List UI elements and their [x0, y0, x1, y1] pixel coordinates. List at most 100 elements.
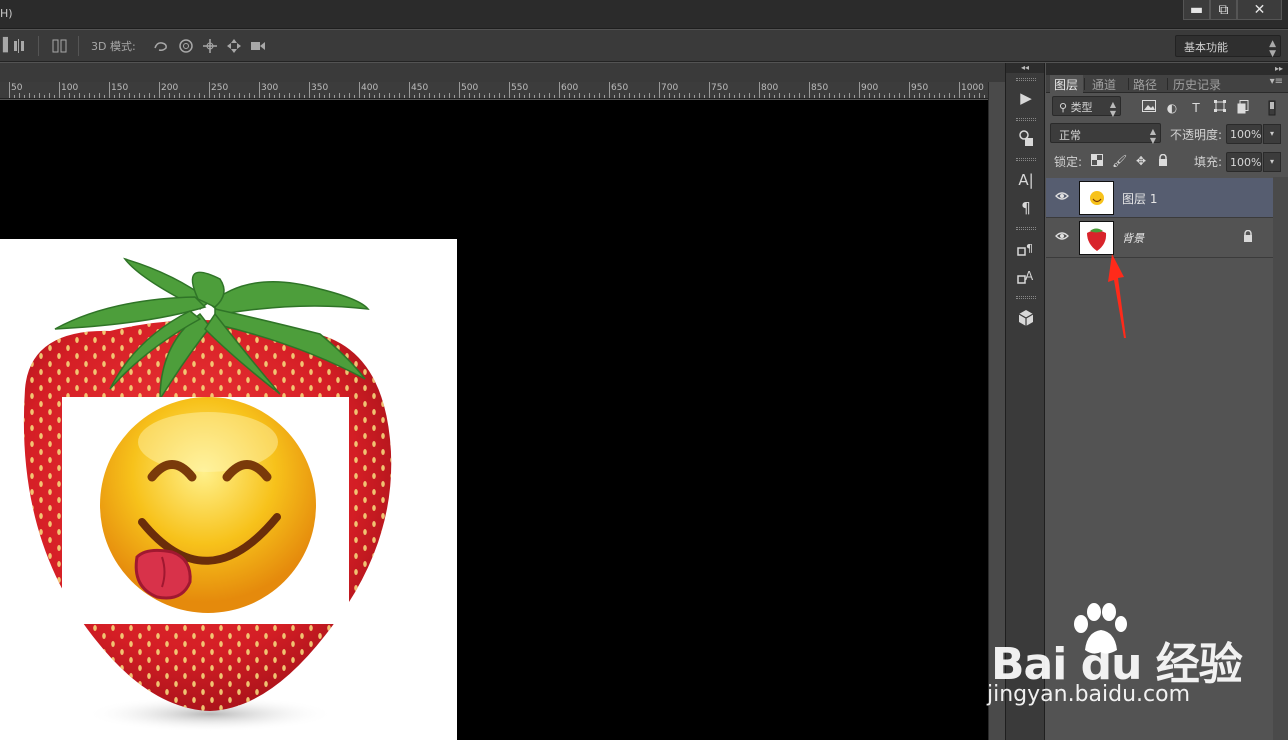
3d-cube-icon[interactable] — [1009, 307, 1043, 329]
workspace-select[interactable]: 基本功能 ▲ ▼ — [1175, 35, 1281, 59]
ruler-tick — [9, 82, 10, 98]
ruler-tick — [34, 95, 35, 98]
blend-mode-select[interactable]: 正常 ▲ ▼ — [1050, 123, 1161, 145]
ruler-tick — [319, 93, 320, 98]
tab-paths[interactable]: 路径 — [1133, 75, 1168, 93]
ruler-tick — [379, 93, 380, 98]
filter-smart-object-icon[interactable] — [1235, 100, 1251, 116]
search-icon: ⚲ — [1059, 101, 1071, 114]
ruler-tick — [454, 95, 455, 98]
panel-grip[interactable] — [1016, 296, 1036, 299]
panel-grip[interactable] — [1016, 227, 1036, 230]
fill-slider-toggle[interactable]: ▾ — [1263, 152, 1281, 172]
adjustments-icon[interactable] — [1009, 127, 1043, 149]
play-actions-icon[interactable]: ▶ — [1009, 87, 1043, 109]
ruler-tick — [984, 95, 985, 98]
ruler-tick — [474, 95, 475, 98]
character-styles-icon[interactable]: A — [1009, 266, 1043, 288]
close-button[interactable]: ✕ — [1237, 0, 1282, 20]
ruler-tick — [824, 95, 825, 98]
lock-label: 锁定: — [1054, 155, 1083, 169]
layer-row-layer-1[interactable]: 图层 1 — [1046, 178, 1273, 218]
ruler-tick — [719, 93, 720, 98]
ruler-tick — [939, 93, 940, 98]
panel-grip[interactable] — [1016, 158, 1036, 161]
opacity-input[interactable]: 100% — [1226, 124, 1262, 144]
auto-align-layers-icon[interactable] — [52, 38, 68, 54]
ruler-tick — [304, 95, 305, 98]
filter-shape-icon[interactable] — [1212, 100, 1228, 116]
ruler-tick — [854, 95, 855, 98]
ruler-tick — [759, 82, 760, 98]
horizontal-ruler[interactable]: 50 100 150 200 250 300 350 400 450 500 550 600 650 70… — [0, 82, 988, 99]
ruler-tick — [779, 93, 780, 98]
tab-layers[interactable]: 图层 — [1050, 75, 1083, 93]
minimize-button[interactable]: ▬ — [1183, 0, 1210, 20]
lock-image-pixels-icon[interactable]: 🖌 — [1112, 154, 1127, 168]
lock-position-icon[interactable]: ✥ — [1134, 154, 1148, 168]
tab-separator — [1167, 78, 1168, 90]
ruler-tick — [274, 95, 275, 98]
ruler-tick — [864, 95, 865, 98]
3d-slide-icon[interactable] — [226, 38, 242, 54]
restore-button[interactable]: ⧉ — [1210, 0, 1237, 20]
expand-panels-button[interactable]: ▸▸ — [1046, 63, 1288, 75]
ruler-tick — [434, 95, 435, 98]
3d-scale-icon[interactable] — [250, 38, 266, 54]
menu-bar: H) ▬ ⧉ ✕ — [0, 0, 1288, 29]
fill-value: 100% — [1230, 156, 1262, 169]
eye-icon[interactable] — [1055, 191, 1069, 203]
ruler-tick — [784, 95, 785, 98]
filter-adjustment-icon[interactable]: ◐ — [1164, 100, 1180, 116]
lock-all-icon[interactable] — [1156, 153, 1170, 168]
paragraph-icon[interactable]: ¶ — [1009, 197, 1043, 219]
3d-roll-icon[interactable] — [178, 38, 194, 54]
ruler-tick-label: 900 — [861, 83, 879, 93]
panel-grip[interactable] — [1016, 78, 1036, 81]
ruler-tick — [429, 93, 430, 98]
ruler-tick — [764, 95, 765, 98]
paragraph-styles-icon[interactable]: ¶ — [1009, 238, 1043, 260]
panel-grip[interactable] — [1016, 118, 1036, 121]
ruler-tick-label: 100 — [61, 83, 79, 93]
character-icon[interactable]: A| — [1009, 169, 1043, 191]
filter-pixel-icon[interactable] — [1141, 100, 1157, 116]
menu-help-fragment[interactable]: H) — [0, 7, 13, 20]
fill-input[interactable]: 100% — [1226, 152, 1262, 172]
layer-name[interactable]: 图层 1 — [1122, 190, 1157, 207]
lock-transparent-pixels-icon[interactable] — [1090, 154, 1104, 168]
filter-type-icon[interactable]: T — [1188, 100, 1204, 116]
tab-channels[interactable]: 通道 — [1092, 75, 1127, 93]
ruler-tick — [599, 93, 600, 98]
ruler-tick-label: 450 — [411, 83, 429, 93]
tab-history[interactable]: 历史记录 — [1173, 75, 1233, 93]
opacity-slider-toggle[interactable]: ▾ — [1263, 124, 1281, 144]
3d-pan-icon[interactable] — [202, 38, 218, 54]
ruler-tick — [639, 93, 640, 98]
filter-kind-select[interactable]: ⚲ 类型 ▲ ▼ — [1052, 96, 1121, 118]
ruler-tick — [314, 95, 315, 98]
distribute-horizontal-icon[interactable] — [12, 38, 28, 54]
filter-kind-value: 类型 — [1070, 101, 1093, 114]
3d-rotate-icon[interactable] — [153, 38, 169, 54]
eye-icon[interactable] — [1055, 231, 1069, 243]
ruler-tick — [839, 93, 840, 98]
canvas[interactable] — [0, 100, 988, 740]
ruler-tick — [884, 95, 885, 98]
ruler-tick — [309, 82, 310, 98]
ruler-tick-label: 950 — [911, 83, 929, 93]
ruler-tick — [89, 93, 90, 98]
filter-toggle-switch[interactable] — [1268, 100, 1276, 116]
ruler-tick — [674, 95, 675, 98]
ruler-tick — [694, 95, 695, 98]
layer-row-background[interactable]: 背景 — [1046, 218, 1273, 258]
panel-menu-icon[interactable]: ▾≡ — [1270, 76, 1283, 87]
ruler-tick — [949, 93, 950, 98]
ruler-tick — [489, 93, 490, 98]
ruler-tick — [914, 95, 915, 98]
layer-name[interactable]: 背景 — [1122, 230, 1144, 246]
ruler-tick — [359, 82, 360, 98]
ruler-tick — [39, 93, 40, 98]
ruler-tick — [329, 93, 330, 98]
collapse-panels-button[interactable]: ◂◂ — [1006, 63, 1044, 73]
